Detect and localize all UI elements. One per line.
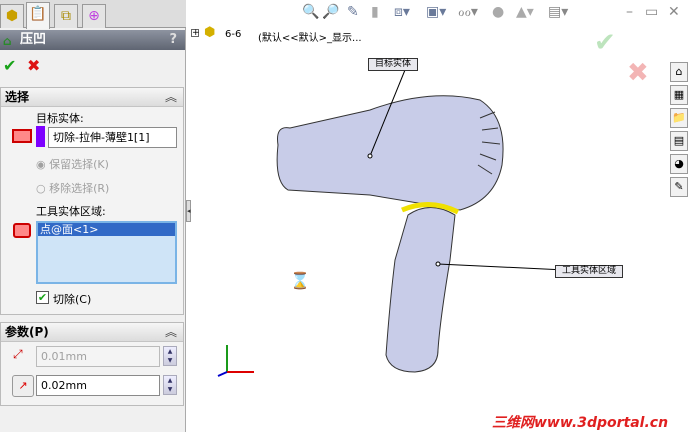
panel-tabs: ⬢ 📋 ⧉ ⊕	[0, 0, 186, 29]
tab-feature-manager[interactable]: ⬢	[0, 4, 24, 28]
parameters-header-label: 参数(P)	[5, 325, 49, 339]
config-tree-icon: ⧉	[61, 8, 71, 24]
tab-configuration-manager[interactable]: ⧉	[54, 4, 78, 28]
selection-group: 选择 ︽ 目标实体: 切除-拉伸-薄壁1[1] ◉ 保留选择(K) ○ 移除选择(…	[0, 87, 184, 315]
crosshair-icon: ⊕	[88, 8, 100, 24]
tab-property-manager[interactable]: 📋	[26, 2, 50, 29]
clearance-spinner[interactable]: ▲ ▼	[163, 375, 177, 395]
remove-selection-radio[interactable]: ○ 移除选择(R)	[36, 180, 109, 196]
collapse-icon[interactable]: ︽	[165, 88, 177, 107]
thickness-field[interactable]: 0.01mm	[36, 346, 160, 367]
tool-body-label: 工具实体区域:	[36, 205, 106, 218]
task-pane-home-icon[interactable]: ⌂	[670, 62, 688, 82]
clearance-direction-button[interactable]: ↗	[12, 375, 34, 397]
thickness-spinner[interactable]: ▲ ▼	[163, 346, 177, 366]
task-pane-explorer-icon[interactable]: 📁	[670, 108, 688, 128]
collapse-icon[interactable]: ︽	[165, 323, 177, 342]
list-item[interactable]: 点@面<1>	[38, 223, 175, 236]
dryer-handle	[385, 207, 456, 373]
feature-title-bar: ⌂ 压凹 ?	[0, 30, 185, 50]
triad-axes	[217, 345, 254, 377]
task-pane-palette-icon[interactable]: ▤	[670, 131, 688, 151]
property-manager-panel: ⬢ 📋 ⧉ ⊕ ⌂ 压凹 ? ✔ ✖ 选择 ︽ 目标实体: 切除-拉伸-薄壁1[1…	[0, 0, 186, 432]
hourglass-cursor-icon: ⌛	[290, 271, 310, 290]
ok-button[interactable]: ✔	[3, 56, 16, 75]
parameters-header[interactable]: 参数(P) ︽	[1, 323, 183, 342]
tool-body-list[interactable]: 点@面<1>	[36, 221, 177, 284]
keep-selection-radio[interactable]: ◉ 保留选择(K)	[36, 156, 109, 172]
callout-target-body: 目标实体	[368, 58, 419, 71]
dryer-body	[276, 95, 504, 211]
selection-header[interactable]: 选择 ︽	[1, 88, 183, 107]
selection-header-label: 选择	[5, 90, 30, 104]
cut-label: 切除(C)	[53, 293, 92, 306]
task-pane-custom-properties-icon[interactable]: ✎	[670, 177, 688, 197]
tab-dimxpert[interactable]: ⊕	[82, 4, 106, 28]
target-body-field[interactable]: 切除-拉伸-薄壁1[1]	[48, 127, 177, 148]
leader-tool	[437, 263, 566, 271]
keep-selection-label: 保留选择(K)	[49, 158, 109, 171]
cancel-button[interactable]: ✖	[27, 56, 40, 75]
clearance-field[interactable]: 0.02mm	[36, 375, 160, 396]
task-pane-appearance-icon[interactable]: ◕	[670, 154, 688, 174]
clipboard-icon: 📋	[29, 6, 47, 22]
watermark: 三维网www.3dportal.cn	[492, 415, 669, 431]
tool-body-icon	[13, 223, 31, 238]
hair-dryer-model[interactable]	[190, 0, 688, 432]
cut-checkbox[interactable]: ✔	[36, 291, 49, 304]
graphics-area[interactable]: 🔍 🔎 ✎ ▮ ⧈▾ ▣▾ ℴℴ▾ ● ▲▾ ▤▾ – ▭ ✕ + ⬢ 6-6 …	[190, 0, 688, 432]
help-button[interactable]: ?	[169, 30, 177, 50]
part-icon: ⬢	[5, 8, 19, 24]
callout-tool-body: 工具实体区域	[555, 265, 624, 278]
task-pane-library-icon[interactable]: ▦	[670, 85, 688, 105]
indent-feature-icon: ⌂	[3, 34, 12, 48]
parameters-group: 参数(P) ︽ ⤢ 0.01mm ▲ ▼ ↗ 0.02mm ▲ ▼	[0, 322, 184, 406]
target-color-swatch	[36, 126, 45, 147]
page-title: 压凹	[20, 32, 47, 47]
target-body-label: 目标实体:	[36, 112, 84, 125]
target-body-icon	[12, 129, 32, 143]
thickness-icon: ⤢	[13, 347, 23, 361]
remove-selection-label: 移除选择(R)	[49, 182, 110, 195]
